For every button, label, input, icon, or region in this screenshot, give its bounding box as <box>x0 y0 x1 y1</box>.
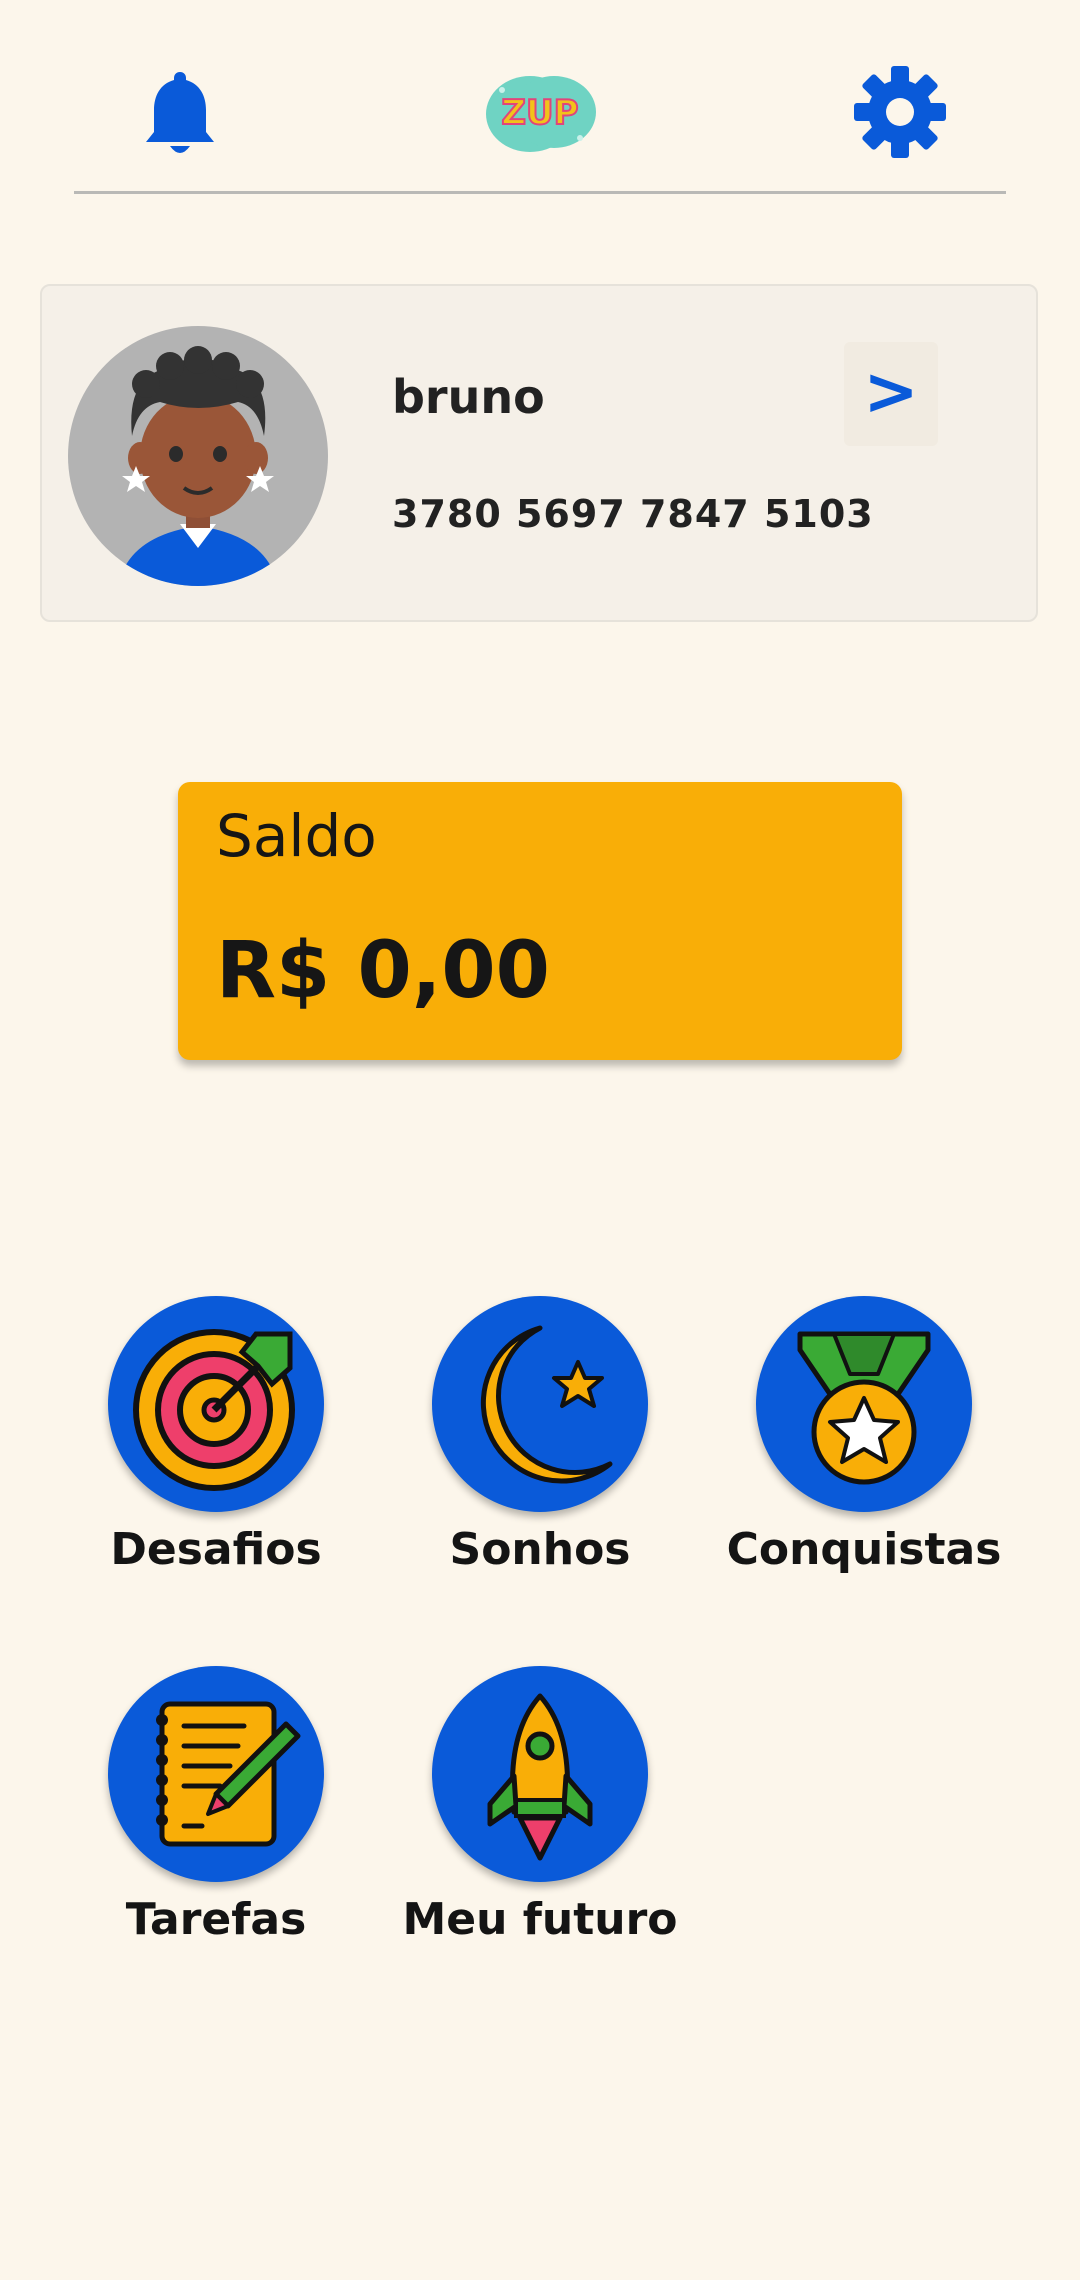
rocket-icon <box>487 1693 593 1861</box>
tarefas-button[interactable] <box>108 1666 324 1882</box>
zup-logo: ZUP <box>486 76 596 152</box>
bell-icon[interactable] <box>140 68 220 158</box>
profile-card[interactable]: bruno 3780 5697 7847 5103 > <box>40 284 1038 622</box>
gear-icon[interactable] <box>852 64 948 160</box>
balance-label: Saldo <box>216 802 377 870</box>
menu-item-meu-futuro[interactable]: Meu futuro <box>400 1666 680 1966</box>
menu-item-conquistas[interactable]: Conquistas <box>724 1296 1004 1596</box>
menu-label-desafios: Desafios <box>110 1524 322 1575</box>
profile-name: bruno <box>392 370 545 424</box>
header-divider <box>74 191 1006 194</box>
sonhos-button[interactable] <box>432 1296 648 1512</box>
medal-icon <box>797 1331 931 1485</box>
menu-label-tarefas: Tarefas <box>125 1894 307 1945</box>
conquistas-button[interactable] <box>756 1296 972 1512</box>
meu-futuro-button[interactable] <box>432 1666 648 1882</box>
notebook-icon <box>156 1701 301 1847</box>
balance-card: Saldo R$ 0,00 <box>178 782 902 1060</box>
menu-label-meu-futuro: Meu futuro <box>402 1894 678 1945</box>
menu-item-sonhos[interactable]: Sonhos <box>400 1296 680 1596</box>
menu-item-tarefas[interactable]: Tarefas <box>76 1666 356 1966</box>
moon-star-icon <box>480 1325 613 1484</box>
logo-text: ZUP <box>501 93 578 133</box>
profile-arrow-button[interactable]: > <box>844 342 938 446</box>
avatar <box>68 326 328 586</box>
menu-label-conquistas: Conquistas <box>726 1524 1002 1575</box>
menu-label-sonhos: Sonhos <box>449 1524 631 1575</box>
app-header: ZUP <box>0 0 1080 200</box>
target-icon <box>133 1329 295 1491</box>
balance-value: R$ 0,00 <box>216 926 550 1016</box>
account-number: 3780 5697 7847 5103 <box>392 492 874 536</box>
menu-item-desafios[interactable]: Desafios <box>76 1296 356 1596</box>
desafios-button[interactable] <box>108 1296 324 1512</box>
